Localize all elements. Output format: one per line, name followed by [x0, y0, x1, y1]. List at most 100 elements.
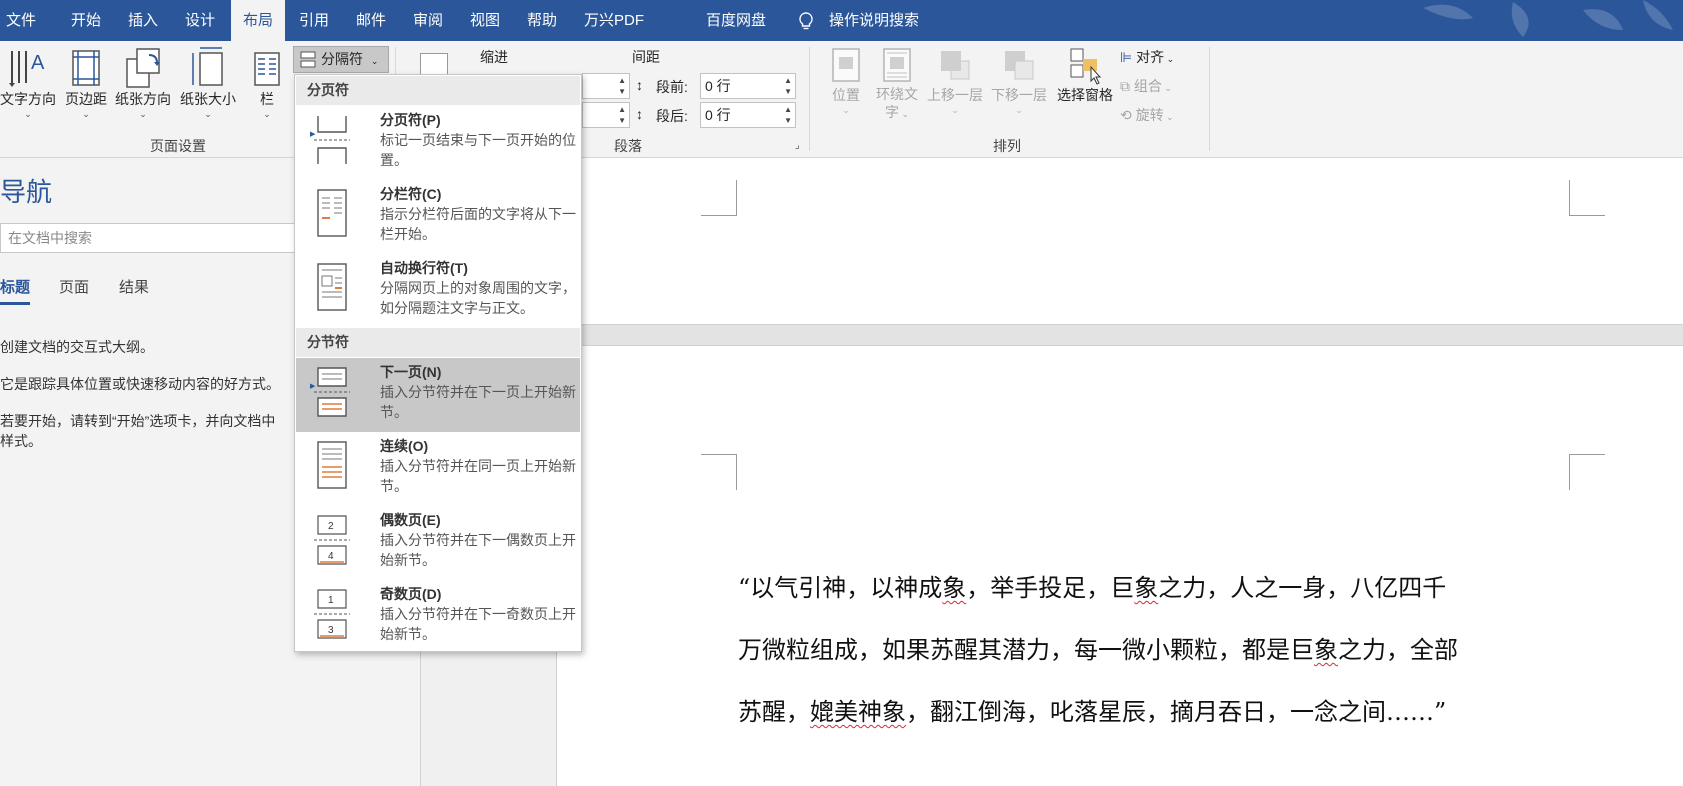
chevron-down-icon: ⌄	[1164, 54, 1175, 64]
position-button[interactable]: 位置 ⌄	[826, 45, 866, 115]
orientation-button[interactable]: 纸张方向 ⌄	[113, 45, 173, 119]
ribbon-decoration-pattern	[1423, 0, 1673, 37]
spacing-before-field[interactable]: 0 行 ▲ ▼	[700, 73, 796, 99]
tab-review[interactable]: 审阅	[413, 0, 443, 41]
rotate-icon: ⟲	[1120, 107, 1132, 123]
spacing-after-label: 段后:	[656, 108, 688, 124]
position-icon	[832, 48, 860, 82]
nav-hint-3a: 若要开始，请转到“开始”选项卡，并向文档中	[0, 413, 276, 429]
page-break-desc: 标记一页结束与下一页开始的位置。	[380, 132, 576, 168]
align-icon: ⊫	[1120, 49, 1133, 65]
nav-hint-1: 创建文档的交互式大纲。	[0, 339, 154, 355]
chevron-down-icon: ⌄	[1161, 83, 1172, 93]
align-button[interactable]: ⊫ 对齐 ⌄	[1120, 47, 1174, 67]
page-break-title: 分页符(P)	[380, 112, 441, 128]
rotate-label: 旋转	[1135, 107, 1164, 123]
text-wrapping-break-desc: 分隔网页上的对象周围的文字，如分隔题注文字与正文。	[380, 280, 576, 316]
nav-hint-3b: 样式。	[0, 433, 42, 449]
next-page-section-title: 下一页(N)	[380, 364, 442, 380]
tab-design[interactable]: 设计	[185, 0, 215, 41]
odd-page-section-title: 奇数页(D)	[380, 586, 442, 602]
spacing-after-field[interactable]: 0 行 ▲ ▼	[700, 102, 796, 128]
tab-help[interactable]: 帮助	[527, 0, 557, 41]
tab-insert[interactable]: 插入	[128, 0, 158, 41]
columns-label: 栏	[260, 91, 274, 107]
continuous-section-item[interactable]: 连续(O) 插入分节符并在同一页上开始新节。	[296, 432, 580, 506]
column-break-title: 分栏符(C)	[380, 186, 442, 202]
margins-icon	[72, 50, 100, 86]
dialog-launcher-icon[interactable]: ⌟	[795, 140, 800, 151]
chevron-down-icon: ⌄	[898, 109, 910, 119]
text-direction-button[interactable]: A 文字方向 ⌄	[0, 45, 56, 119]
spin-arrows-icon[interactable]: ▲ ▼	[618, 75, 626, 97]
chevron-down-icon: ⌄	[1163, 112, 1174, 122]
column-break-desc: 指示分栏符后面的文字将从下一栏开始。	[380, 206, 576, 242]
position-label: 位置	[832, 87, 860, 103]
even-page-section-item[interactable]: 2 4 偶数页(E) 插入分节符并在下一偶数页上开始新节。	[296, 506, 580, 580]
spacing-before-label: 段前:	[656, 79, 688, 95]
rotate-button[interactable]: ⟲ 旋转 ⌄	[1120, 105, 1174, 125]
column-break-icon	[317, 189, 347, 237]
group-button[interactable]: ⧉ 组合 ⌄	[1120, 76, 1172, 96]
page-corner-mark	[1569, 180, 1605, 216]
send-backward-icon	[1005, 51, 1034, 80]
chevron-down-icon: ⌄	[1015, 105, 1023, 115]
breaks-label: 分隔符	[321, 51, 363, 67]
indent-label: 缩进	[480, 49, 508, 65]
next-page-section-desc: 插入分节符并在下一页上开始新节。	[380, 384, 576, 420]
selection-pane-icon	[1070, 48, 1102, 85]
group-label: 组合	[1133, 78, 1162, 94]
indent-right-field[interactable]: ▲ ▼	[582, 102, 630, 128]
text-wrapping-break-title: 自动换行符(T)	[380, 260, 468, 276]
page-size-icon	[192, 47, 223, 86]
nav-tab-headings[interactable]: 标题	[0, 276, 30, 297]
odd-page-section-item[interactable]: 1 3 奇数页(D) 插入分节符并在下一奇数页上开始新节。	[296, 580, 580, 654]
bring-forward-button[interactable]: 上移一层 ⌄	[924, 45, 986, 115]
tab-wondershare-pdf[interactable]: 万兴PDF	[584, 0, 644, 41]
spin-arrows-icon[interactable]: ▲ ▼	[784, 104, 792, 126]
nav-tab-pages[interactable]: 页面	[59, 276, 89, 297]
tab-baidu-netdisk[interactable]: 百度网盘	[706, 0, 766, 41]
odd-page-section-icon: 1 3	[314, 589, 350, 639]
margins-button[interactable]: 页边距 ⌄	[61, 45, 111, 119]
spin-arrows-icon[interactable]: ▲ ▼	[784, 75, 792, 97]
spacing-after-icon: ↕	[636, 106, 643, 122]
nav-hint-2: 它是跟踪具体位置或快速移动内容的好方式。	[0, 376, 280, 392]
chevron-down-icon: ⌄	[951, 105, 959, 115]
send-backward-button[interactable]: 下移一层 ⌄	[988, 45, 1050, 115]
selection-pane-button[interactable]: 选择窗格	[1054, 45, 1116, 105]
spacing-after-value: 0 行	[705, 107, 731, 123]
tab-mailings[interactable]: 邮件	[356, 0, 386, 41]
bring-forward-icon	[941, 51, 970, 80]
spin-arrows-icon[interactable]: ▲ ▼	[618, 104, 626, 126]
tab-layout[interactable]: 布局	[231, 0, 286, 41]
column-break-item[interactable]: 分栏符(C) 指示分栏符后面的文字将从下一栏开始。	[296, 180, 580, 254]
columns-icon	[254, 52, 280, 86]
svg-text:3: 3	[328, 625, 334, 636]
tab-references[interactable]: 引用	[299, 0, 329, 41]
document-line-1: “以气引神，以神成象，举手投足，巨象之力，人之一身，八亿四千	[738, 574, 1447, 602]
even-page-section-icon: 2 4	[314, 515, 350, 565]
tab-file[interactable]: 文件	[6, 0, 36, 41]
tab-view[interactable]: 视图	[470, 0, 500, 41]
indent-left-field[interactable]: ▲ ▼	[582, 73, 630, 99]
breaks-button[interactable]: 分隔符 ⌄	[293, 46, 389, 73]
lightbulb-icon	[799, 12, 813, 30]
size-button[interactable]: 纸张大小 ⌄	[177, 45, 239, 119]
text-wrapping-break-item[interactable]: 自动换行符(T) 分隔网页上的对象周围的文字，如分隔题注文字与正文。	[296, 254, 580, 328]
breaks-icon	[300, 51, 316, 68]
wrap-text-label-2: 字	[884, 104, 899, 120]
wrap-text-button[interactable]: 环绕文 字 ⌄	[872, 45, 922, 123]
nav-tab-results[interactable]: 结果	[119, 276, 149, 297]
page-break-item[interactable]: ▶ 分页符(P) 标记一页结束与下一页开始的位置。	[296, 106, 580, 180]
wrap-text-label-1: 环绕文	[876, 86, 918, 102]
navigation-title: 导航	[0, 177, 53, 207]
columns-button[interactable]: 栏 ⌄	[250, 45, 284, 119]
next-page-section-item[interactable]: ▶ 下一页(N) 插入分节符并在下一页上开始新节。	[296, 358, 580, 432]
svg-text:4: 4	[328, 551, 334, 562]
tab-home[interactable]: 开始	[71, 0, 101, 41]
arrange-group-label: 排列	[993, 138, 1021, 154]
section-breaks-header: 分节符	[296, 328, 580, 357]
page-corner-mark	[701, 454, 737, 490]
tell-me-search[interactable]: 操作说明搜索	[829, 0, 919, 41]
